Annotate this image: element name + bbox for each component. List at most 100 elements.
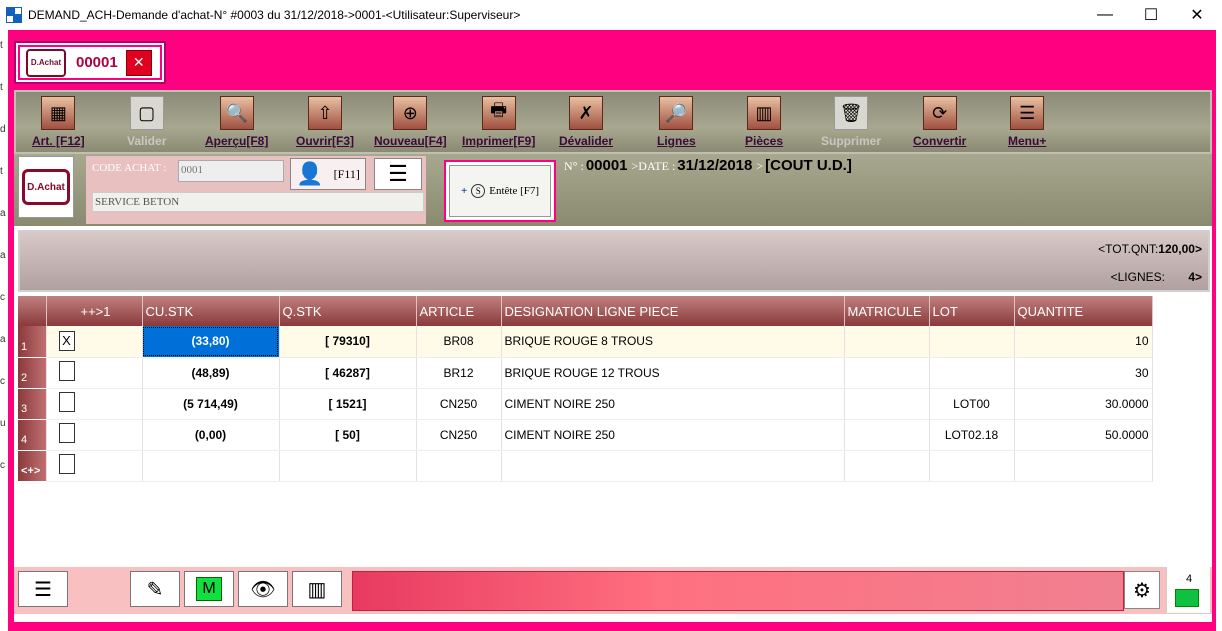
quantite-cell[interactable]: 50.0000 bbox=[1014, 419, 1153, 451]
edit-icon: ✎ bbox=[146, 578, 164, 601]
matricule-cell[interactable] bbox=[844, 419, 930, 451]
footer-settings-button[interactable]: ⚙ bbox=[1124, 571, 1160, 609]
code-achat-input[interactable]: 0001 bbox=[178, 160, 284, 182]
service-field[interactable]: SERVICE BETON bbox=[92, 192, 424, 212]
cu-stk-cell[interactable]: (33,80) bbox=[142, 326, 280, 358]
table-row[interactable]: 4 (0,00) [ 50] CN250 CIMENT NOIRE 250 LO… bbox=[18, 419, 1153, 451]
cu-stk-cell[interactable] bbox=[142, 450, 280, 482]
minimize-button[interactable]: — bbox=[1082, 0, 1128, 30]
doc-no-label: N° : bbox=[564, 159, 584, 173]
matricule-cell[interactable] bbox=[844, 326, 930, 358]
table-row[interactable]: 1 X (33,80) [ 79310] BR08 BRIQUE ROUGE 8… bbox=[18, 326, 1153, 358]
lot-cell[interactable]: LOT00 bbox=[929, 388, 1015, 420]
row-checkbox[interactable]: X bbox=[58, 331, 75, 352]
col-matricule[interactable]: MATRICULE bbox=[844, 296, 930, 326]
footer-view-button[interactable]: 👁 bbox=[238, 571, 288, 607]
table-row-new[interactable]: <+> bbox=[18, 450, 1153, 482]
m-icon: M bbox=[196, 577, 222, 601]
toolbar-new-button[interactable]: ⊕ Nouveau[F4] bbox=[374, 96, 447, 152]
lot-cell[interactable] bbox=[929, 450, 1015, 482]
convert-icon: ⟳ bbox=[922, 96, 957, 130]
col-lot[interactable]: LOT bbox=[929, 296, 1015, 326]
quantite-cell[interactable]: 30.0000 bbox=[1014, 388, 1153, 420]
cost-separator: > bbox=[756, 159, 764, 173]
row-number[interactable]: 1 bbox=[18, 326, 47, 358]
row-checkbox[interactable] bbox=[58, 423, 75, 443]
footer-edit-button[interactable]: ✎ bbox=[130, 571, 180, 607]
window-titlebar: DEMAND_ACH-Demande d'achat-N° #0003 du 3… bbox=[0, 0, 1222, 30]
entete-button[interactable]: + S Entête [F7] bbox=[444, 160, 556, 222]
q-stk-cell[interactable]: [ 46287] bbox=[279, 357, 417, 389]
designation-cell[interactable]: CIMENT NOIRE 250 bbox=[501, 388, 845, 420]
article-cell[interactable]: BR08 bbox=[416, 326, 502, 358]
maximize-button[interactable]: ☐ bbox=[1128, 0, 1174, 30]
left-strip-mark: c bbox=[0, 376, 5, 387]
toolbar-print-button[interactable]: 🖶 Imprimer[F9] bbox=[462, 96, 535, 152]
toolbar-delete-button[interactable]: 🗑 Supprimer bbox=[821, 96, 881, 152]
close-window-button[interactable]: ✕ bbox=[1174, 0, 1220, 30]
mail-button[interactable]: 4 bbox=[1166, 567, 1210, 613]
q-stk-cell[interactable]: [ 50] bbox=[279, 419, 417, 451]
eye-icon: 👁 bbox=[250, 578, 276, 601]
user-button[interactable]: 👤 [F11] bbox=[290, 158, 366, 190]
toolbar-unvalidate-button[interactable]: ✗ Dévalider bbox=[559, 96, 613, 152]
designation-cell[interactable]: BRIQUE ROUGE 8 TROUS bbox=[501, 326, 845, 358]
article-cell[interactable]: BR12 bbox=[416, 357, 502, 389]
close-document-button[interactable]: ✕ bbox=[125, 49, 152, 76]
matricule-cell[interactable] bbox=[844, 388, 930, 420]
article-cell[interactable] bbox=[416, 450, 502, 482]
table-row[interactable]: 3 (5 714,49) [ 1521] CN250 CIMENT NOIRE … bbox=[18, 388, 1153, 420]
toolbar-lines-button[interactable]: 🔎 Lignes bbox=[657, 96, 696, 152]
designation-cell[interactable]: BRIQUE ROUGE 12 TROUS bbox=[501, 357, 845, 389]
toolbar-validate-button[interactable]: ▢ Valider bbox=[127, 96, 166, 152]
col-quantite[interactable]: QUANTITE bbox=[1014, 296, 1153, 326]
lot-cell[interactable] bbox=[929, 326, 1015, 358]
toolbar-preview-button[interactable]: 🔍 Aperçu[F8] bbox=[205, 96, 268, 152]
matricule-cell[interactable] bbox=[844, 450, 930, 482]
row-number[interactable]: 3 bbox=[18, 388, 47, 420]
left-strip-mark: d bbox=[0, 124, 6, 135]
lot-cell[interactable] bbox=[929, 357, 1015, 389]
designation-cell[interactable]: CIMENT NOIRE 250 bbox=[501, 419, 845, 451]
table-row[interactable]: 2 (48,89) [ 46287] BR12 BRIQUE ROUGE 12 … bbox=[18, 357, 1153, 389]
matricule-cell[interactable] bbox=[844, 357, 930, 389]
row-checkbox[interactable] bbox=[58, 454, 75, 474]
cu-stk-cell[interactable]: (0,00) bbox=[142, 419, 280, 451]
toolbar-articles-button[interactable]: ▦ Art. [F12] bbox=[32, 96, 85, 152]
designation-cell[interactable] bbox=[501, 450, 845, 482]
footer-m-button[interactable]: M bbox=[184, 571, 234, 607]
q-stk-cell[interactable] bbox=[279, 450, 417, 482]
row-checkbox[interactable] bbox=[58, 361, 75, 381]
footer-menu-button[interactable]: ☰ bbox=[18, 571, 68, 607]
row-checkbox[interactable] bbox=[58, 392, 75, 412]
col-check[interactable]: ++>1 bbox=[46, 296, 143, 326]
col-q-stk[interactable]: Q.STK bbox=[279, 296, 417, 326]
hamburger-menu-button[interactable]: ☰ bbox=[374, 158, 422, 190]
col-rownum bbox=[18, 296, 47, 326]
toolbar-convert-button[interactable]: ⟳ Convertir bbox=[913, 96, 966, 152]
toolbar-open-button[interactable]: ⇧ Ouvrir[F3] bbox=[296, 96, 354, 152]
validate-icon: ▢ bbox=[129, 96, 164, 130]
article-cell[interactable]: CN250 bbox=[416, 388, 502, 420]
footer-barcode-button[interactable]: ▥ bbox=[292, 571, 342, 607]
q-stk-cell[interactable]: [ 79310] bbox=[279, 326, 417, 358]
row-number[interactable]: 2 bbox=[18, 357, 47, 389]
article-cell[interactable]: CN250 bbox=[416, 419, 502, 451]
document-info: N° : 00001 >DATE : 31/12/2018 > [COUT U.… bbox=[564, 154, 1204, 184]
col-designation[interactable]: DESIGNATION LIGNE PIECE bbox=[501, 296, 845, 326]
col-article[interactable]: ARTICLE bbox=[416, 296, 502, 326]
articles-icon: ▦ bbox=[41, 96, 76, 130]
quantite-cell[interactable]: 10 bbox=[1014, 326, 1153, 358]
lot-cell[interactable]: LOT02.18 bbox=[929, 419, 1015, 451]
cu-stk-cell[interactable]: (5 714,49) bbox=[142, 388, 280, 420]
toolbar-menu-plus-button[interactable]: ☰ Menu+ bbox=[1008, 96, 1046, 152]
row-number[interactable]: 4 bbox=[18, 419, 47, 451]
quantite-cell[interactable]: 30 bbox=[1014, 357, 1153, 389]
row-number[interactable]: <+> bbox=[18, 450, 47, 482]
quantite-cell[interactable] bbox=[1014, 450, 1153, 482]
toolbar-label: Aperçu[F8] bbox=[205, 134, 269, 148]
toolbar-parts-button[interactable]: ▥ Pièces bbox=[745, 96, 783, 152]
q-stk-cell[interactable]: [ 1521] bbox=[279, 388, 417, 420]
cu-stk-cell[interactable]: (48,89) bbox=[142, 357, 280, 389]
col-cu-stk[interactable]: CU.STK bbox=[142, 296, 280, 326]
